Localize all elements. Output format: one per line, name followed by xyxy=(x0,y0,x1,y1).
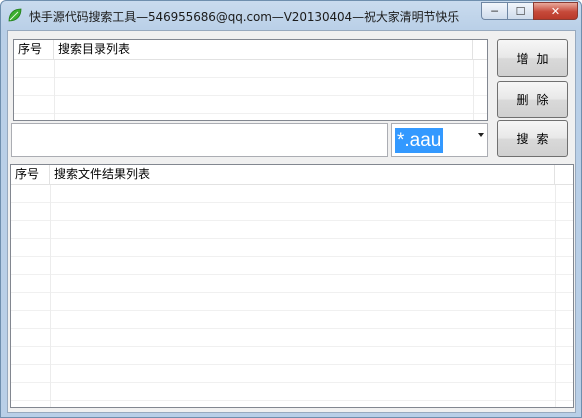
minimize-button[interactable]: ─ xyxy=(481,2,507,20)
list-row xyxy=(11,365,573,383)
list-row xyxy=(11,401,573,407)
list-row xyxy=(11,221,573,239)
list-row xyxy=(11,257,573,275)
list-row xyxy=(11,329,573,347)
list-row xyxy=(14,60,487,78)
column-header-filler xyxy=(473,40,487,59)
delete-button[interactable]: 删除 xyxy=(497,81,568,118)
title-bar[interactable]: 快手源代码搜索工具—546955686@qq.com—V20130404—祝大家… xyxy=(1,1,581,29)
client-area: 序号 搜索目录列表 增加 删除 *.aau 搜索 序号 搜索文件结果列表 xyxy=(7,30,576,413)
column-header-index[interactable]: 序号 xyxy=(11,165,50,184)
column-header-index[interactable]: 序号 xyxy=(14,40,54,59)
list-row xyxy=(11,347,573,365)
list-row xyxy=(11,275,573,293)
file-filter-value: *.aau xyxy=(395,128,444,153)
window-title: 快手源代码搜索工具—546955686@qq.com—V20130404—祝大家… xyxy=(29,10,460,24)
column-header-directory[interactable]: 搜索目录列表 xyxy=(54,40,473,59)
column-header-filler xyxy=(555,165,573,184)
add-button[interactable]: 增加 xyxy=(497,39,568,77)
column-separator xyxy=(473,60,474,120)
list-row xyxy=(11,311,573,329)
result-list-header: 序号 搜索文件结果列表 xyxy=(11,165,573,185)
column-separator xyxy=(54,60,55,120)
directory-list-rows xyxy=(14,60,487,120)
list-row xyxy=(11,239,573,257)
list-row xyxy=(11,383,573,401)
list-row xyxy=(11,293,573,311)
search-button[interactable]: 搜索 xyxy=(497,120,568,157)
result-list[interactable]: 序号 搜索文件结果列表 xyxy=(10,164,574,408)
path-input[interactable] xyxy=(11,123,388,157)
list-row xyxy=(11,185,573,203)
file-filter-combo[interactable]: *.aau xyxy=(391,123,488,157)
directory-list[interactable]: 序号 搜索目录列表 xyxy=(13,39,488,121)
column-separator xyxy=(555,185,556,407)
column-header-result[interactable]: 搜索文件结果列表 xyxy=(50,165,555,184)
list-row xyxy=(14,96,487,114)
list-row xyxy=(14,78,487,96)
close-button[interactable]: ✕ xyxy=(533,2,578,20)
main-window: 快手源代码搜索工具—546955686@qq.com—V20130404—祝大家… xyxy=(0,0,582,418)
list-row xyxy=(11,203,573,221)
green-leaf-icon xyxy=(8,8,22,22)
result-list-rows xyxy=(11,185,573,407)
close-icon: ✕ xyxy=(550,4,561,18)
maximize-button[interactable]: ☐ xyxy=(507,2,533,20)
chevron-down-icon[interactable] xyxy=(478,133,484,137)
maximize-icon: ☐ xyxy=(515,4,526,18)
column-separator xyxy=(50,185,51,407)
minimize-icon: ─ xyxy=(491,4,498,18)
directory-list-header: 序号 搜索目录列表 xyxy=(14,40,487,60)
